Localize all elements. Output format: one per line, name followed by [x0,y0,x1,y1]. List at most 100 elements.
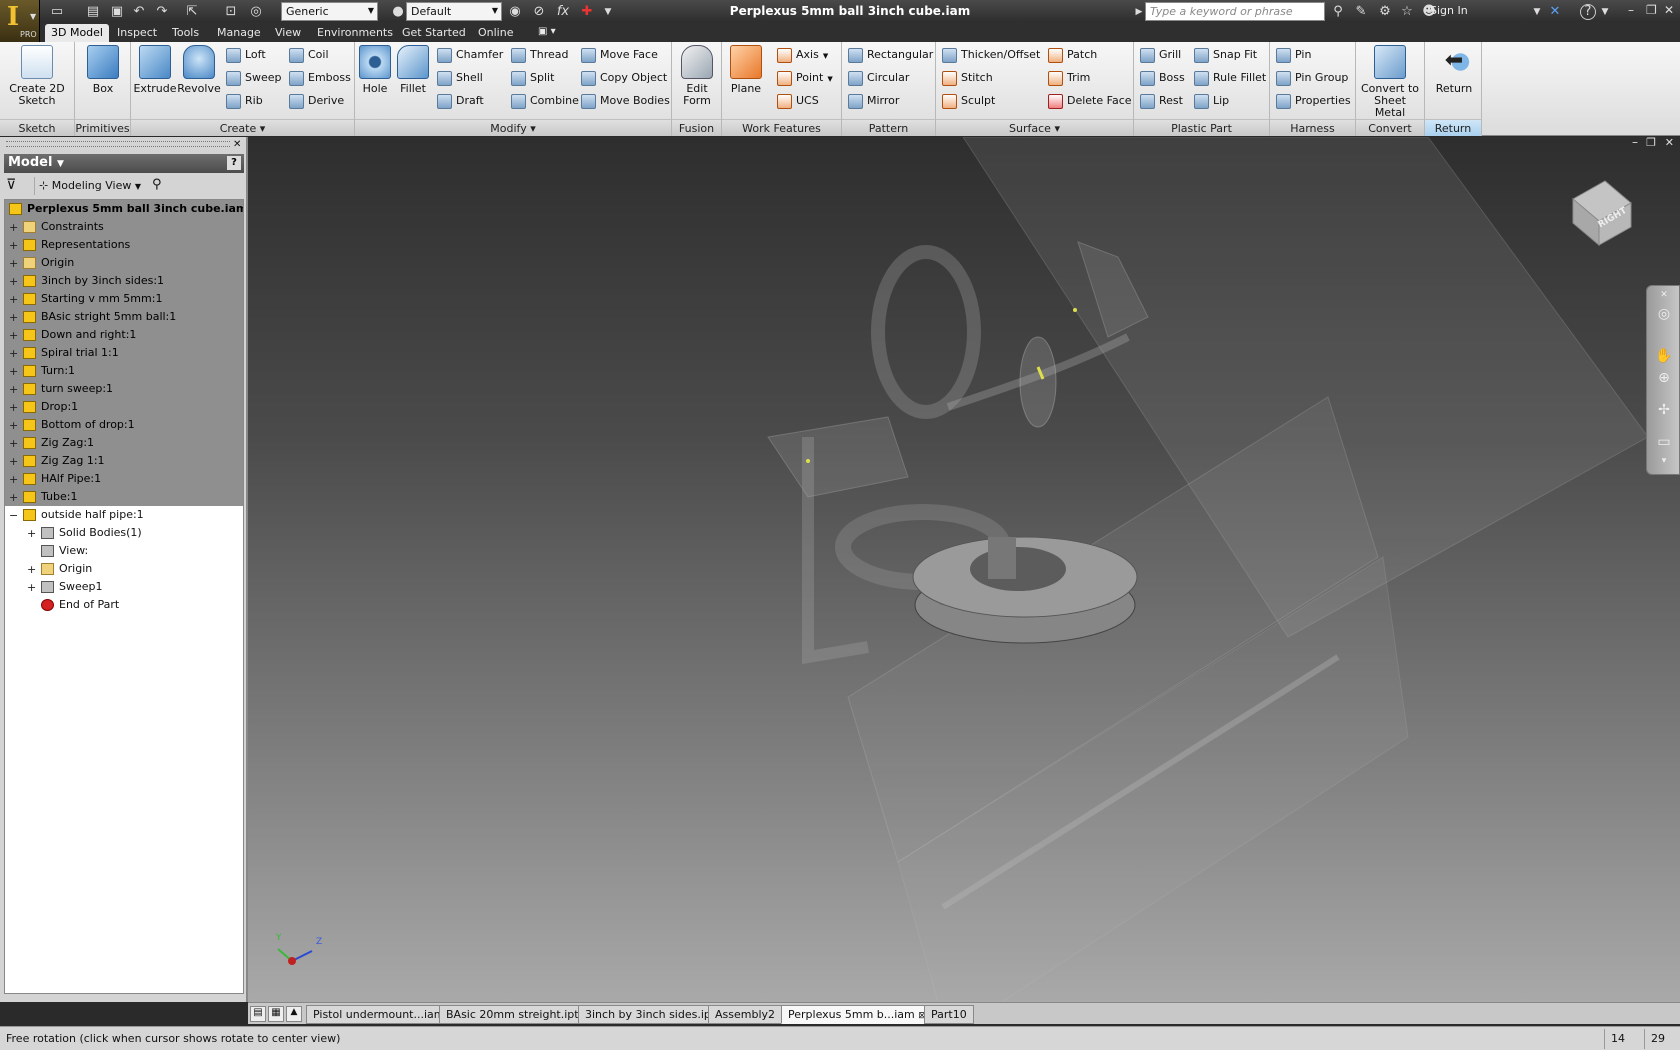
expand-toggle-icon[interactable]: + [9,327,19,345]
favorites-star-icon[interactable]: ☆ [1398,3,1416,21]
chamfer-button[interactable]: Chamfer [437,46,503,66]
tab-get-started[interactable]: Get Started [402,24,466,42]
tree-node[interactable]: + Bottom of drop:1 [5,416,243,434]
tree-node[interactable]: + Down and right:1 [5,326,243,344]
expand-toggle-icon[interactable]: + [9,435,19,453]
expand-toggle-icon[interactable]: + [9,345,19,363]
tree-subnode[interactable]: View: [5,542,243,560]
expand-toggle-icon[interactable]: + [9,417,19,435]
browser-header[interactable]: Model ▼ ? [4,154,244,173]
loft-button[interactable]: Loft [226,46,266,66]
browser-grip[interactable] [6,141,230,147]
close-icon[interactable]: ✕ [233,139,241,150]
doc-tab-basic-20mm[interactable]: BAsic 20mm streight.ipt [439,1005,586,1024]
chevron-down-icon[interactable]: ▾ [1655,456,1673,474]
viewcube[interactable]: RIGHT [1565,177,1635,247]
mirror-button[interactable]: Mirror [848,92,899,112]
snap-fit-button[interactable]: Snap Fit [1194,46,1257,66]
tab-view[interactable]: View [275,24,301,42]
return-button[interactable]: ⬅ Return [1429,45,1479,95]
tab-online[interactable]: Online [478,24,513,42]
wrench-icon[interactable]: ✎ [1352,3,1370,21]
panel-label-surface[interactable]: Surface ▾ [936,119,1133,136]
expand-toggle-icon[interactable]: + [9,291,19,309]
tree-subnode[interactable]: + Sweep1 [5,578,243,596]
chevron-down-icon[interactable]: ▼ [599,3,617,21]
tree-node[interactable]: + Turn:1 [5,362,243,380]
orbit-icon[interactable]: ✢ [1655,402,1673,420]
expand-toggle-icon[interactable]: + [27,525,37,543]
sculpt-button[interactable]: Sculpt [942,92,995,112]
save-icon[interactable]: ▣ [108,3,126,21]
delete-face-button[interactable]: Delete Face [1048,92,1132,112]
move-bodies-button[interactable]: Move Bodies [581,92,670,112]
restore-icon[interactable]: ❐ [1646,3,1657,17]
expand-toggle-icon[interactable]: + [9,309,19,327]
add-icon[interactable]: ✚ [578,3,596,21]
expand-toggle-icon[interactable]: + [9,363,19,381]
tree-node[interactable]: + Starting v mm 5mm:1 [5,290,243,308]
stitch-button[interactable]: Stitch [942,69,993,89]
tree-node[interactable]: + Zig Zag:1 [5,434,243,452]
doc-tab-pistol-undermount[interactable]: Pistol undermount...iam [306,1005,452,1024]
create-2d-sketch-button[interactable]: Create 2D Sketch [6,45,68,107]
boss-button[interactable]: Boss [1140,69,1185,89]
chevron-down-icon[interactable]: ▼ [1596,3,1614,21]
hole-button[interactable]: Hole [357,45,393,95]
tree-node[interactable]: + Drop:1 [5,398,243,416]
new-file-icon[interactable]: ▭ [48,3,66,21]
view-select[interactable]: ⊹ Modeling View ▼ [34,177,144,195]
expand-toggle-icon[interactable]: + [9,273,19,291]
tree-node[interactable]: + Spiral trial 1:1 [5,344,243,362]
tree-node[interactable]: + Origin [5,254,243,272]
minimize-icon[interactable]: – [1632,137,1638,149]
doc-tab-perplexus[interactable]: Perplexus 5mm b...iam ⊠ [781,1005,933,1024]
tab-environments[interactable]: Environments [317,24,393,42]
tab-tools[interactable]: Tools [172,24,199,42]
rule-fillet-button[interactable]: Rule Fillet [1194,69,1266,89]
doc-tab-part10[interactable]: Part10 [924,1005,974,1024]
clear-appearance-icon[interactable]: ⊘ [530,3,548,21]
rectangular-pattern-button[interactable]: Rectangular [848,46,933,66]
select-icon[interactable]: ⊡ [222,3,240,21]
parameters-icon[interactable]: fx [554,3,572,21]
emboss-button[interactable]: Emboss [289,69,351,89]
exchange-apps-icon[interactable]: ✕ [1546,3,1564,21]
doc-tab-assembly2[interactable]: Assembly2 [708,1005,783,1024]
tree-node[interactable]: + Constraints [5,218,243,236]
material-select[interactable]: Generic ▼ [281,2,378,21]
filter-icon[interactable]: ⊽ [6,177,16,193]
box-button[interactable]: Box [83,45,123,95]
help-icon[interactable]: ? [227,156,241,170]
fillet-button[interactable]: Fillet [395,45,431,95]
trim-button[interactable]: Trim [1048,69,1090,89]
tree-node[interactable]: +3inch by 3inch sides:1 [5,272,243,290]
ucs-button[interactable]: UCS [777,92,819,112]
draft-button[interactable]: Draft [437,92,484,112]
open-documents-menu-icon[interactable]: ▲ [286,1006,302,1022]
pin-button[interactable]: Pin [1276,46,1311,66]
close-icon[interactable]: ✕ [1665,137,1674,149]
open-folder-icon[interactable]: ▤ [84,3,102,21]
tab-inspect[interactable]: Inspect [117,24,157,42]
revolve-button[interactable]: Revolve [177,45,221,95]
rib-button[interactable]: Rib [226,92,263,112]
tree-node[interactable]: + HAlf Pipe:1 [5,470,243,488]
split-button[interactable]: Split [511,69,554,89]
cascade-windows-icon[interactable]: ▤ [250,1006,266,1022]
tree-subnode[interactable]: + Origin [5,560,243,578]
thread-button[interactable]: Thread [511,46,568,66]
panel-label-create[interactable]: Create ▾ [131,119,354,136]
subscription-icon[interactable]: ⚙ [1376,3,1394,21]
tree-subnode[interactable]: + Solid Bodies(1) [5,524,243,542]
expand-toggle-icon[interactable]: − [9,507,19,525]
thicken-offset-button[interactable]: Thicken/Offset [942,46,1040,66]
redo-icon[interactable]: ↷ [153,3,171,21]
return-icon[interactable]: ⇱ [183,3,201,21]
lip-button[interactable]: Lip [1194,92,1229,112]
tab-manage[interactable]: Manage [217,24,261,42]
tree-subnode[interactable]: End of Part [5,596,243,614]
edit-form-button[interactable]: Edit Form [676,45,718,107]
minimize-icon[interactable]: – [1628,3,1634,17]
tree-node[interactable]: + Tube:1 [5,488,243,506]
